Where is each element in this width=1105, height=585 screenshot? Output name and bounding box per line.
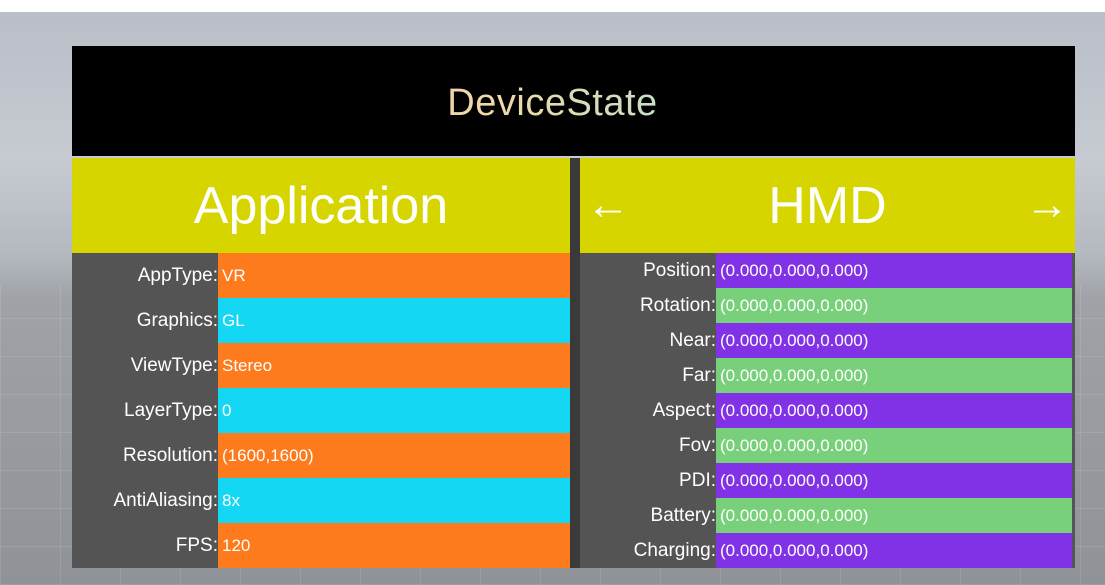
application-row-label: Resolution:	[122, 444, 218, 466]
application-row: Graphics: GL	[72, 298, 570, 343]
hmd-row: Charging: (0.000,0.000,0.000)	[580, 533, 1075, 568]
hmd-row-value: (0.000,0.000,0.000)	[716, 498, 1072, 533]
application-row-label: Graphics:	[136, 309, 218, 331]
application-row-value: VR	[218, 253, 570, 298]
application-row-value: 120	[218, 523, 570, 568]
application-row: FPS: 120	[72, 523, 570, 568]
hmd-row-label: Position:	[643, 259, 716, 281]
hmd-row-value: (0.000,0.000,0.000)	[716, 253, 1072, 288]
hmd-row: Position: (0.000,0.000,0.000)	[580, 253, 1075, 288]
application-row-label: FPS:	[175, 534, 218, 556]
application-row-label: ViewType:	[130, 354, 218, 376]
hmd-row-label: Battery:	[650, 504, 716, 526]
hmd-row: Battery: (0.000,0.000,0.000)	[580, 498, 1075, 533]
hmd-row-value: (0.000,0.000,0.000)	[716, 393, 1072, 428]
application-row-value: GL	[218, 298, 570, 343]
application-row: Resolution: (1600,1600)	[72, 433, 570, 478]
hmd-row: Aspect: (0.000,0.000,0.000)	[580, 393, 1075, 428]
application-row-label: LayerType:	[124, 399, 218, 421]
hmd-row: PDI: (0.000,0.000,0.000)	[580, 463, 1075, 498]
hmd-row-value: (0.000,0.000,0.000)	[716, 358, 1072, 393]
hmd-row-label: Aspect:	[652, 399, 716, 421]
application-row-label: AntiAliasing:	[113, 489, 218, 511]
application-row-value: 0	[218, 388, 570, 433]
hmd-row-label: Rotation:	[639, 294, 716, 316]
hmd-panel: ← HMD → Position: (0.000,0.000,0.000) Rota…	[580, 158, 1075, 568]
hmd-row-label: Far:	[682, 364, 716, 386]
hmd-row-label: Near:	[669, 329, 716, 351]
application-row-label: AppType:	[137, 264, 218, 286]
hmd-row-value: (0.000,0.000,0.000)	[716, 533, 1072, 568]
application-panel: Application AppType: VR Graphics: GL ViewTyp…	[72, 158, 570, 568]
application-header: Application	[72, 158, 570, 253]
arrow-right-icon[interactable]: →	[1025, 180, 1069, 230]
hmd-header-title: HMD	[768, 177, 887, 235]
hmd-row-value: (0.000,0.000,0.000)	[716, 288, 1072, 323]
application-row: LayerType: 0	[72, 388, 570, 433]
panel-divider	[570, 158, 580, 568]
sky-background	[0, 0, 1105, 12]
hmd-row-label: Fov:	[679, 434, 716, 456]
hmd-row-value: (0.000,0.000,0.000)	[716, 463, 1072, 498]
hmd-row-label: PDI:	[679, 469, 716, 491]
application-header-title: Application	[193, 177, 449, 235]
hmd-row: Rotation: (0.000,0.000,0.000)	[580, 288, 1075, 323]
hmd-row-label: Charging:	[633, 539, 716, 561]
hmd-row: Near: (0.000,0.000,0.000)	[580, 323, 1075, 358]
application-row: AppType: VR	[72, 253, 570, 298]
application-row-value: 8x	[218, 478, 570, 523]
application-row: ViewType: Stereo	[72, 343, 570, 388]
application-row: AntiAliasing: 8x	[72, 478, 570, 523]
hmd-row-value: (0.000,0.000,0.000)	[716, 428, 1072, 463]
hmd-header: ← HMD →	[580, 158, 1075, 253]
hmd-row-value: (0.000,0.000,0.000)	[716, 323, 1072, 358]
application-row-value: Stereo	[218, 343, 570, 388]
application-row-value: (1600,1600)	[218, 433, 570, 478]
hmd-row: Fov: (0.000,0.000,0.000)	[580, 428, 1075, 463]
page-title: DeviceState	[0, 82, 1105, 125]
hmd-row: Far: (0.000,0.000,0.000)	[580, 358, 1075, 393]
